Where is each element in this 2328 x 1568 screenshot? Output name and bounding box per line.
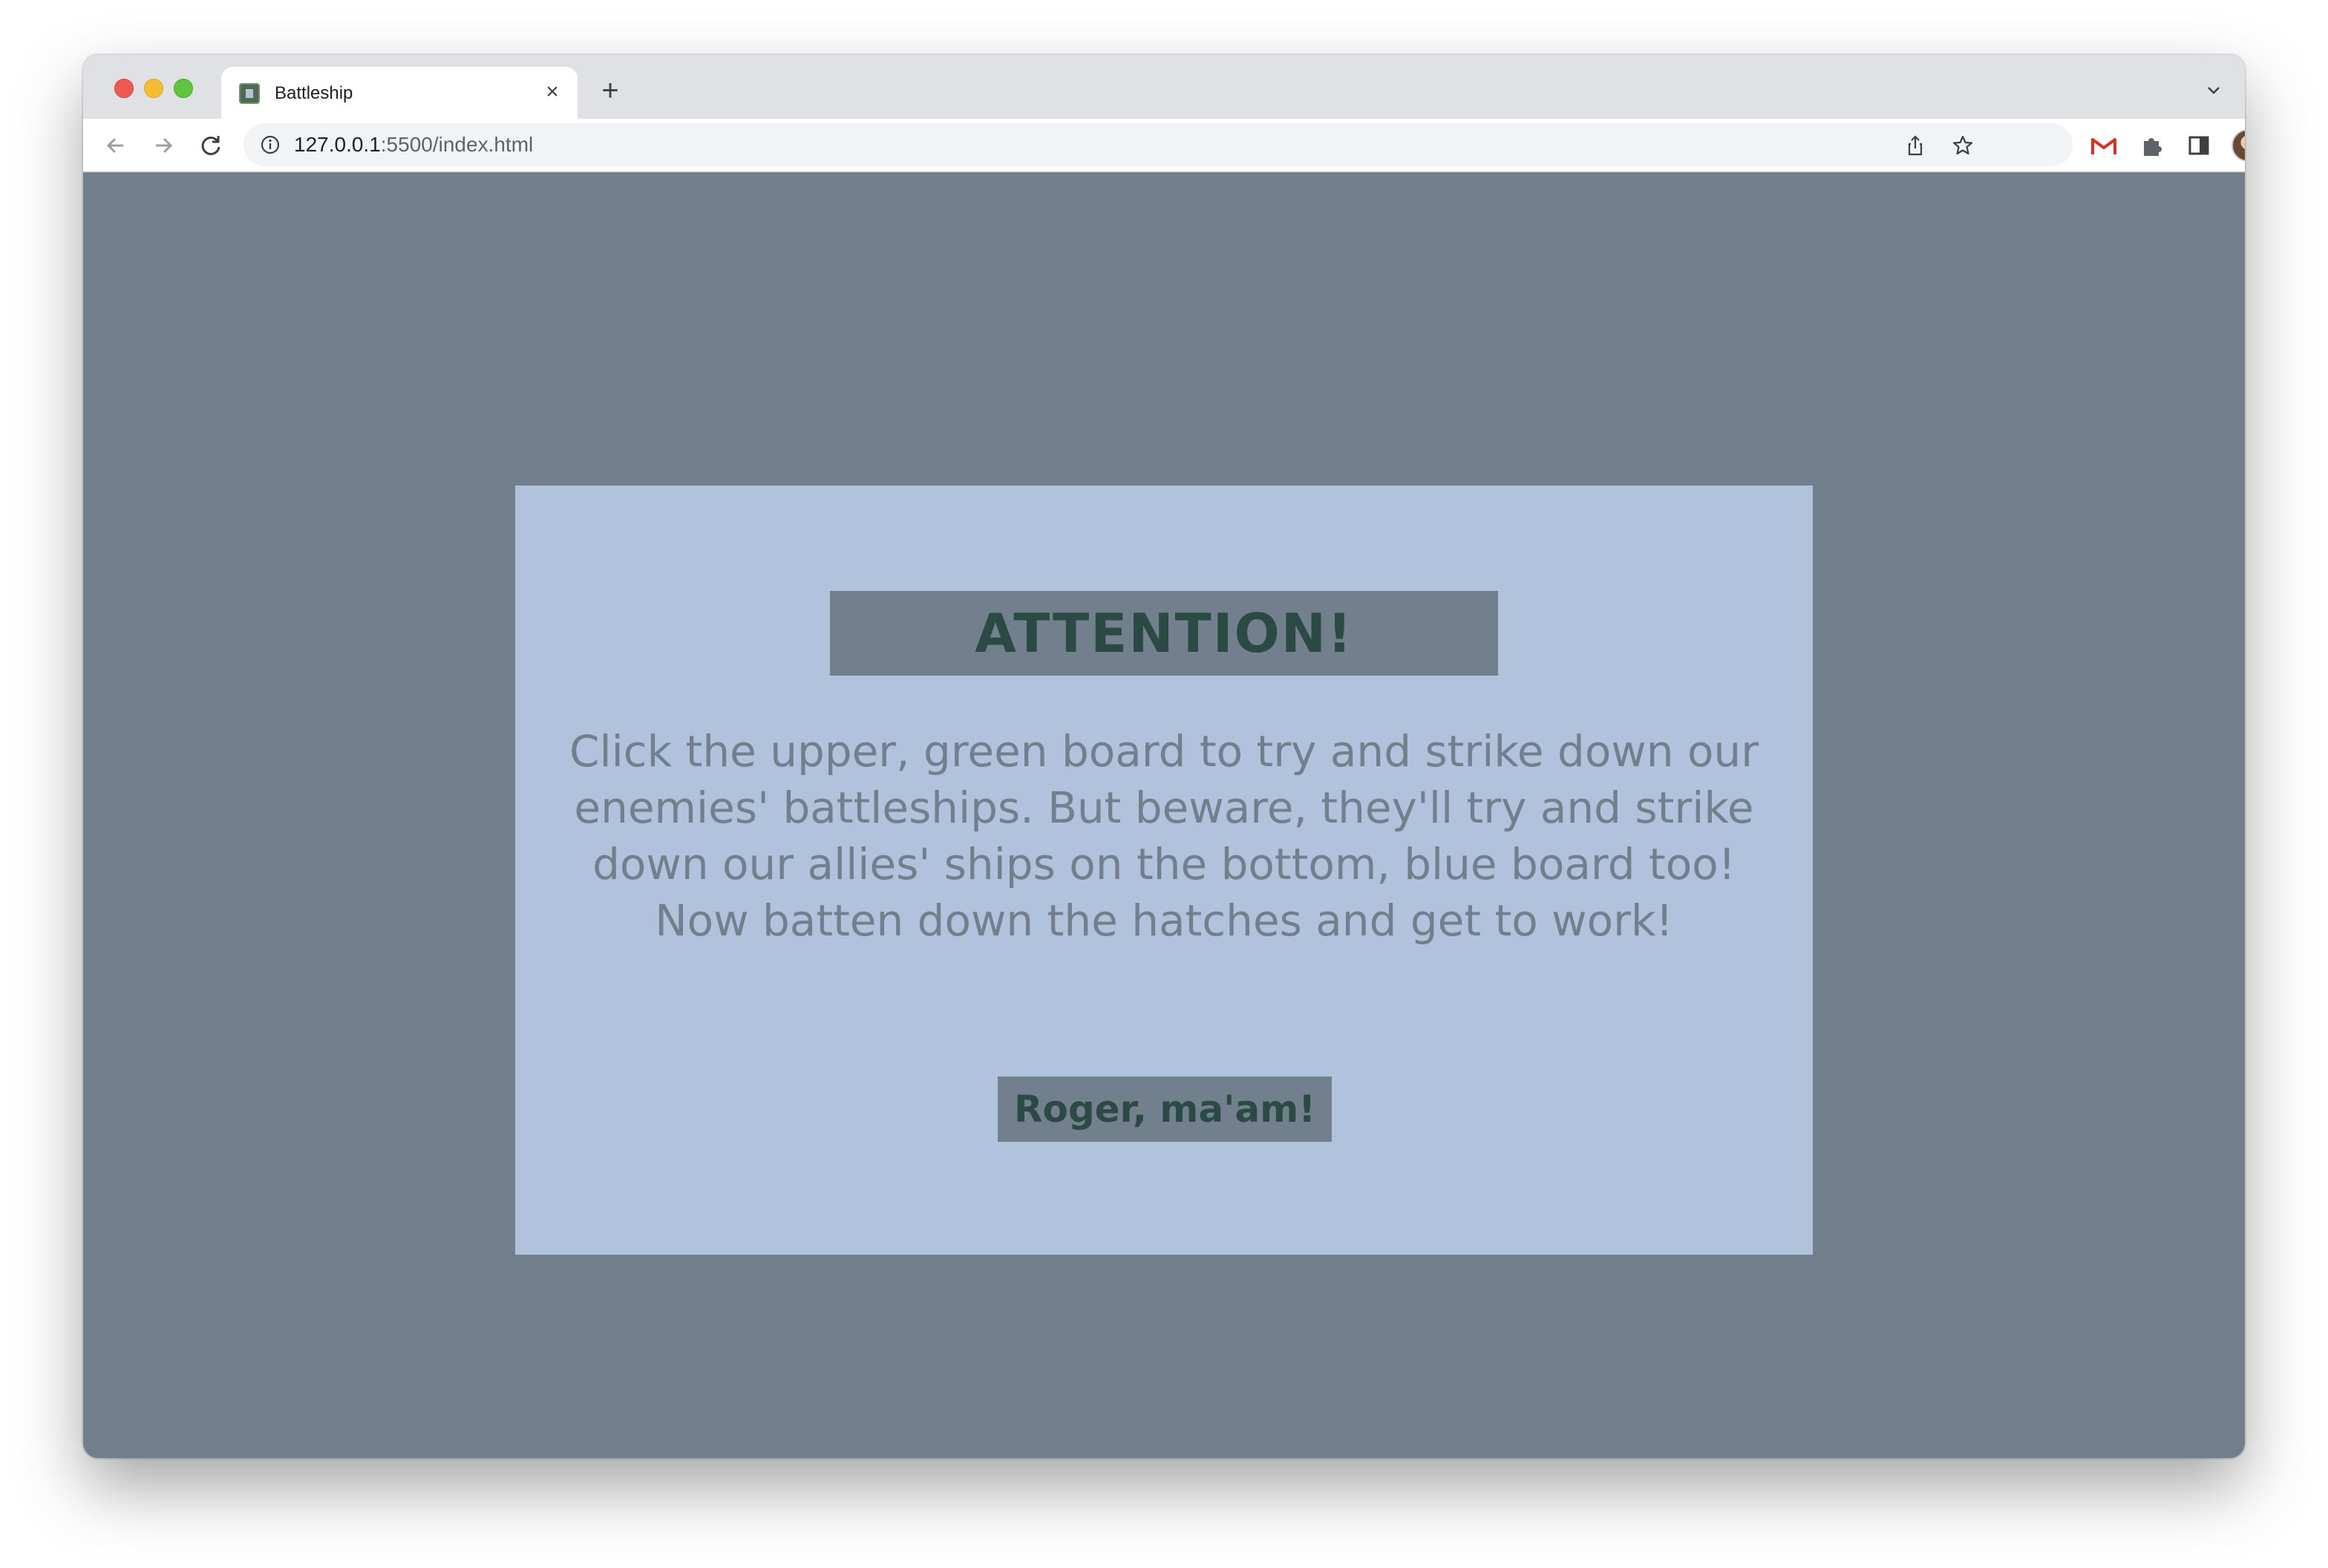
tab-title: Battleship [275, 83, 353, 103]
address-bar[interactable]: 127.0.0.1:5500/index.html [243, 123, 2073, 166]
maximize-window-button[interactable] [174, 79, 193, 98]
extensions-icon[interactable] [2138, 132, 2165, 159]
close-window-button[interactable] [114, 79, 134, 98]
reload-icon[interactable] [196, 131, 226, 160]
minimize-window-button[interactable] [144, 79, 163, 98]
url-host: 127.0.0.1 [294, 133, 381, 156]
new-tab-button[interactable]: + [595, 76, 625, 107]
gmail-icon[interactable] [2090, 132, 2117, 159]
site-info-icon[interactable] [260, 134, 281, 155]
share-icon[interactable] [1903, 134, 1927, 157]
browser-toolbar: 127.0.0.1:5500/index.html [83, 119, 2245, 172]
modal-title: ATTENTION! [830, 591, 1498, 676]
tab-close-icon[interactable]: × [540, 80, 564, 104]
profile-avatar[interactable] [2231, 129, 2245, 162]
side-panel-icon[interactable] [2185, 132, 2212, 159]
tab-list-chevron-icon[interactable] [2203, 80, 2224, 101]
page-viewport: ATTENTION! Click the upper, green board … [83, 172, 2245, 1458]
back-arrow-icon[interactable] [101, 131, 131, 160]
tab-strip: Battleship × + [83, 55, 2245, 119]
roger-button[interactable]: Roger, ma'am! [998, 1077, 1332, 1142]
browser-window: Battleship × + 127.0.0.1:5500/index.html… [83, 55, 2245, 1458]
url-path: :5500/index.html [380, 133, 534, 156]
favicon-icon [239, 83, 260, 104]
tab-battleship[interactable]: Battleship × [221, 67, 578, 119]
instructions-modal: ATTENTION! Click the upper, green board … [515, 486, 1813, 1255]
bookmark-star-icon[interactable] [1951, 134, 1975, 157]
forward-arrow-icon[interactable] [148, 131, 178, 160]
modal-instructions-text: Click the upper, green board to try and … [569, 726, 1759, 946]
url-text[interactable]: 127.0.0.1:5500/index.html [294, 133, 533, 157]
